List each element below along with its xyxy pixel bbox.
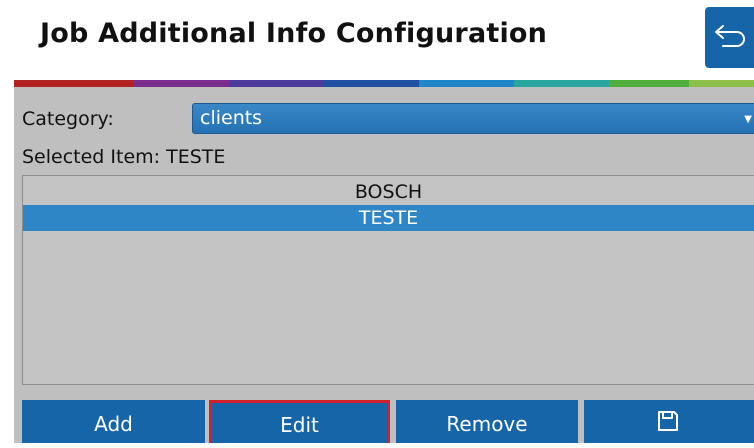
- remove-button[interactable]: Remove: [396, 400, 578, 443]
- back-button[interactable]: [705, 7, 754, 68]
- items-list[interactable]: BOSCH TESTE: [22, 175, 754, 385]
- category-select[interactable]: clients ▼: [192, 103, 754, 134]
- list-item-selected[interactable]: TESTE: [23, 205, 754, 231]
- category-label: Category:: [22, 108, 114, 130]
- page-title: Job Additional Info Configuration: [40, 18, 548, 49]
- add-button[interactable]: Add: [22, 400, 205, 443]
- stripe-segment: [609, 80, 689, 87]
- stripe-segment: [134, 80, 229, 87]
- selected-item-label: Selected Item: TESTE: [22, 146, 226, 168]
- color-stripe: [14, 80, 754, 87]
- save-button[interactable]: [584, 400, 754, 443]
- category-select-value: clients: [200, 107, 263, 129]
- back-arrow-icon: [715, 25, 745, 47]
- stripe-segment: [324, 80, 419, 87]
- list-item[interactable]: BOSCH: [23, 179, 754, 205]
- stripe-segment: [689, 80, 754, 87]
- edit-button[interactable]: Edit: [209, 400, 390, 443]
- stripe-segment: [229, 80, 324, 87]
- save-icon: [658, 411, 678, 431]
- header: Job Additional Info Configuration: [0, 0, 754, 80]
- stripe-segment: [419, 80, 514, 87]
- chevron-down-icon: ▼: [744, 114, 752, 125]
- stripe-segment: [514, 80, 609, 87]
- stripe-segment: [14, 80, 134, 87]
